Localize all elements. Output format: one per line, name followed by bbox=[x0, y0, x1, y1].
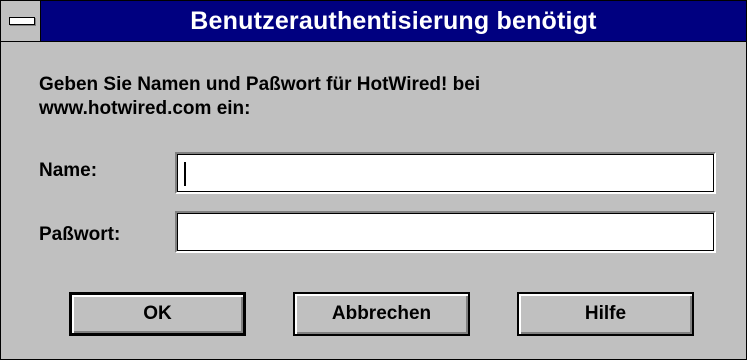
window-title: Benutzerauthentisierung benötigt bbox=[190, 7, 597, 35]
system-menu-button[interactable] bbox=[1, 1, 41, 41]
auth-dialog-window: Benutzerauthentisierung benötigt Geben S… bbox=[0, 0, 747, 360]
prompt-text: Geben Sie Namen und Paßwort für HotWired… bbox=[39, 73, 719, 121]
name-input[interactable] bbox=[177, 154, 714, 192]
system-menu-icon bbox=[9, 17, 35, 25]
prompt-line-2: www.hotwired.com ein: bbox=[39, 98, 251, 119]
ok-button[interactable]: OK bbox=[69, 292, 246, 336]
name-field[interactable] bbox=[175, 152, 716, 194]
title-bar[interactable]: Benutzerauthentisierung benötigt bbox=[1, 1, 746, 42]
cancel-button[interactable]: Abbrechen bbox=[293, 292, 470, 336]
password-input[interactable] bbox=[177, 213, 714, 251]
prompt-line-1: Geben Sie Namen und Paßwort für HotWired… bbox=[39, 74, 481, 95]
name-label: Name: bbox=[39, 160, 98, 181]
password-label: Paßwort: bbox=[39, 224, 121, 245]
text-caret bbox=[184, 162, 186, 186]
password-field[interactable] bbox=[175, 211, 716, 253]
help-button[interactable]: Hilfe bbox=[517, 292, 694, 336]
